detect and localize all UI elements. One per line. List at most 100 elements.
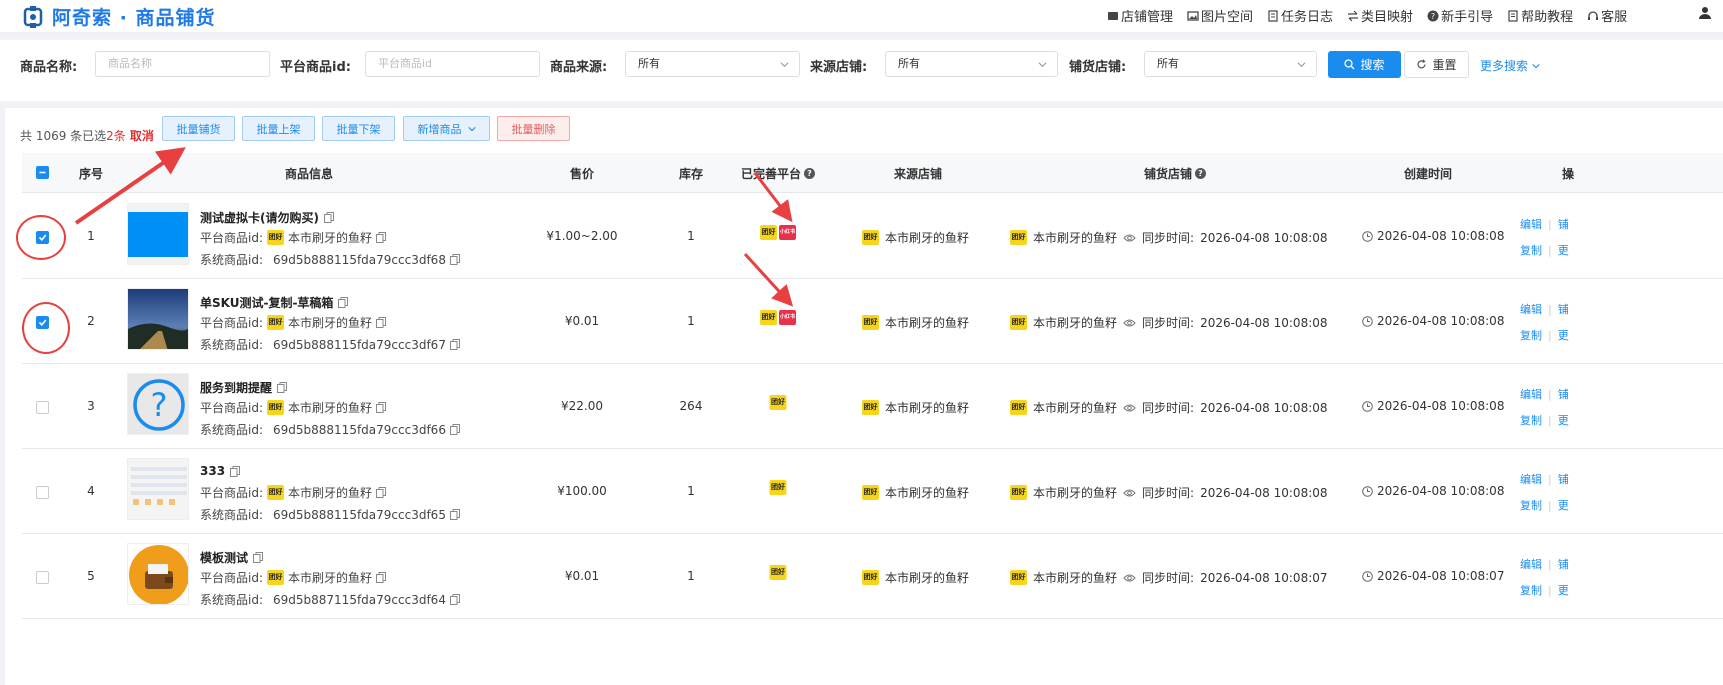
annotation-circle xyxy=(22,302,70,354)
platform-store-name: 本市刷牙的鱼籽 xyxy=(288,316,373,330)
sync-time-label: 同步时间: xyxy=(1142,571,1195,585)
copy-icon[interactable] xyxy=(376,232,387,243)
system-id-value: 69d5b888115fda79ccc3df65 xyxy=(273,507,446,522)
copy-icon[interactable] xyxy=(376,572,387,583)
reset-button[interactable]: 重置 xyxy=(1404,51,1469,78)
cancel-selection-link[interactable]: 取消 xyxy=(130,127,154,144)
copy-link[interactable]: 复制 xyxy=(1520,329,1542,342)
nav-beginner-guide[interactable]: ? 新手引导 xyxy=(1427,6,1493,25)
add-product-dropdown[interactable]: 新增商品 xyxy=(403,116,490,141)
nav-task-log[interactable]: 任务日志 xyxy=(1267,6,1333,25)
copy-icon[interactable] xyxy=(449,424,460,435)
platform-id-line: 平台商品id: 团好 本市刷牙的鱼籽 xyxy=(200,484,387,501)
copy-icon[interactable] xyxy=(449,509,460,520)
dist-store-cell: 团好 本市刷牙的鱼籽 同步时间: 2026-04-08 10:08:07 xyxy=(1010,569,1328,586)
source-select[interactable]: 所有 xyxy=(625,51,800,77)
copy-icon[interactable] xyxy=(253,552,264,563)
distribute-link[interactable]: 铺 xyxy=(1558,473,1569,486)
product-thumbnail[interactable]: ? xyxy=(127,373,189,435)
created-time-cell: 2026-04-08 10:08:08 xyxy=(1362,484,1504,498)
distribute-link[interactable]: 铺 xyxy=(1558,388,1569,401)
product-stock: 1 xyxy=(687,569,695,583)
nav-image-space[interactable]: 图片空间 xyxy=(1187,6,1253,25)
batch-list-button[interactable]: 批量上架 xyxy=(242,116,315,141)
more-link[interactable]: 更 xyxy=(1558,499,1569,512)
copy-icon[interactable] xyxy=(376,402,387,413)
product-thumbnail[interactable] xyxy=(127,288,189,350)
distribute-link[interactable]: 铺 xyxy=(1558,303,1569,316)
more-link[interactable]: 更 xyxy=(1558,244,1569,257)
source-store-select[interactable]: 所有 xyxy=(885,51,1058,77)
app-logo[interactable]: 阿奇索 · 商品铺货 xyxy=(22,3,215,30)
copy-icon[interactable] xyxy=(449,594,460,605)
source-store-name: 本市刷牙的鱼籽 xyxy=(885,571,970,585)
eye-icon[interactable] xyxy=(1123,233,1136,243)
nav-customer-service[interactable]: 客服 xyxy=(1587,6,1627,25)
batch-distribute-button[interactable]: 批量铺货 xyxy=(162,116,235,141)
copy-icon[interactable] xyxy=(277,382,288,393)
edit-link[interactable]: 编辑 xyxy=(1520,473,1542,486)
eye-icon[interactable] xyxy=(1123,488,1136,498)
platform-id-input[interactable]: 平台商品id xyxy=(365,51,540,77)
nav-store-management[interactable]: 店铺管理 xyxy=(1107,6,1173,25)
platform-badge: 团好 xyxy=(267,570,284,585)
copy-icon[interactable] xyxy=(338,297,349,308)
copy-link[interactable]: 复制 xyxy=(1520,584,1542,597)
product-thumbnail[interactable] xyxy=(127,458,189,520)
platform-badge-red: 小红书 xyxy=(779,225,796,240)
nav-help-tutorial[interactable]: 帮助教程 xyxy=(1507,6,1573,25)
product-name-input[interactable]: 商品名称 xyxy=(95,51,270,77)
row-index: 4 xyxy=(87,484,95,498)
copy-icon[interactable] xyxy=(376,317,387,328)
product-thumbnail[interactable] xyxy=(127,203,189,265)
copy-link[interactable]: 复制 xyxy=(1520,499,1542,512)
product-thumbnail[interactable] xyxy=(127,543,189,605)
product-name[interactable]: 模板测试 xyxy=(200,549,264,566)
row-checkbox[interactable] xyxy=(36,486,49,499)
product-name[interactable]: 服务到期提醒 xyxy=(200,379,288,396)
total-count-text: 共 1069 条已选 xyxy=(20,129,107,143)
product-name[interactable]: 测试虚拟卡(请勿购买) xyxy=(200,209,334,226)
col-created: 创建时间 xyxy=(1403,167,1453,181)
eye-icon[interactable] xyxy=(1123,403,1136,413)
batch-delist-button[interactable]: 批量下架 xyxy=(322,116,395,141)
copy-icon[interactable] xyxy=(376,487,387,498)
nav-category-mapping[interactable]: 类目映射 xyxy=(1347,6,1413,25)
edit-link[interactable]: 编辑 xyxy=(1520,388,1542,401)
copy-icon[interactable] xyxy=(449,254,460,265)
copy-icon[interactable] xyxy=(230,465,241,477)
system-id-value: 69d5b888115fda79ccc3df66 xyxy=(273,422,446,437)
more-link[interactable]: 更 xyxy=(1558,584,1569,597)
copy-icon[interactable] xyxy=(449,339,460,350)
edit-link[interactable]: 编辑 xyxy=(1520,558,1542,571)
batch-delete-button[interactable]: 批量删除 xyxy=(497,116,570,141)
search-button[interactable]: 搜索 xyxy=(1328,51,1401,78)
row-checkbox[interactable] xyxy=(36,571,49,584)
edit-link[interactable]: 编辑 xyxy=(1520,303,1542,316)
product-name[interactable]: 333 xyxy=(200,464,241,478)
edit-link[interactable]: 编辑 xyxy=(1520,218,1542,231)
eye-icon[interactable] xyxy=(1123,318,1136,328)
distribute-link[interactable]: 铺 xyxy=(1558,558,1569,571)
more-search-link[interactable]: 更多搜索 xyxy=(1480,57,1540,74)
user-icon[interactable] xyxy=(1698,6,1712,20)
more-link[interactable]: 更 xyxy=(1558,414,1569,427)
eye-icon[interactable] xyxy=(1123,573,1136,583)
source-store-cell: 团好 本市刷牙的鱼籽 xyxy=(862,229,969,246)
row-checkbox[interactable] xyxy=(36,401,49,414)
product-name[interactable]: 单SKU测试-复制-草稿箱 xyxy=(200,294,349,311)
col-platforms: 已完善平台 ? xyxy=(741,165,816,182)
distribute-link[interactable]: 铺 xyxy=(1558,218,1569,231)
platform-badge: 团好 xyxy=(769,565,787,580)
product-stock: 1 xyxy=(687,314,695,328)
dist-store-select[interactable]: 所有 xyxy=(1144,51,1317,77)
help-icon[interactable]: ? xyxy=(1195,168,1207,179)
more-link[interactable]: 更 xyxy=(1558,329,1569,342)
copy-link[interactable]: 复制 xyxy=(1520,244,1542,257)
copy-icon[interactable] xyxy=(323,212,334,223)
select-all-checkbox[interactable] xyxy=(36,166,49,179)
platform-badge: 团好 xyxy=(1010,400,1027,415)
copy-link[interactable]: 复制 xyxy=(1520,414,1542,427)
source-store-name: 本市刷牙的鱼籽 xyxy=(885,486,970,500)
help-icon[interactable]: ? xyxy=(804,168,816,179)
